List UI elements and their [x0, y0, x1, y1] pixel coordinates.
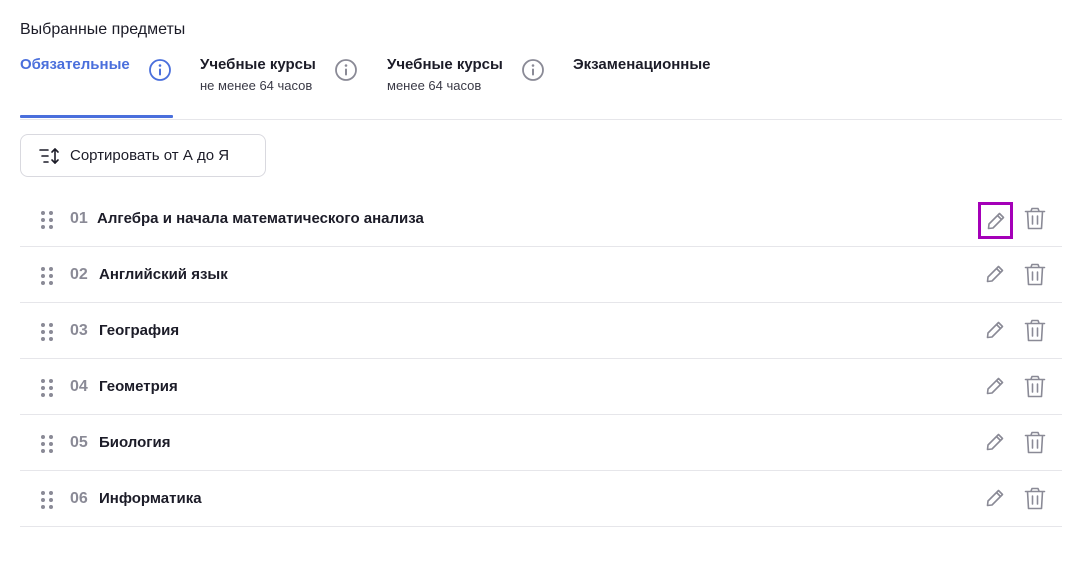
trash-icon — [1024, 431, 1046, 454]
item-name: Биология — [99, 434, 171, 451]
item-number: 01 — [70, 210, 88, 227]
delete-button[interactable] — [1022, 205, 1048, 233]
tab-sublabel: менее 64 часов — [387, 78, 482, 93]
item-number: 05 — [70, 434, 88, 451]
list-item: 05 Биология — [20, 415, 1062, 471]
item-name: Информатика — [99, 490, 202, 507]
pencil-icon — [986, 321, 1004, 339]
info-icon[interactable] — [148, 58, 172, 82]
drag-handle-icon[interactable] — [40, 266, 54, 286]
pencil-icon — [987, 212, 1004, 229]
sort-button[interactable]: Сортировать от А до Я — [20, 134, 266, 177]
trash-icon — [1024, 207, 1046, 230]
drag-handle-icon[interactable] — [40, 434, 54, 454]
edit-button[interactable] — [978, 202, 1013, 239]
pencil-icon — [986, 433, 1004, 451]
drag-handle-icon[interactable] — [40, 490, 54, 510]
edit-button[interactable] — [982, 317, 1008, 343]
pencil-icon — [986, 489, 1004, 507]
tab-exams[interactable]: Экзаменационные — [573, 56, 711, 73]
page-title: Выбранные предметы — [20, 21, 186, 38]
tab-courses-64-plus[interactable]: Учебные курсы не менее 64 часов — [200, 56, 357, 93]
list-item: 04 Геометрия — [20, 359, 1062, 415]
item-number: 02 — [70, 266, 88, 283]
tab-label: Экзаменационные — [573, 56, 711, 73]
active-tab-indicator — [20, 115, 173, 118]
tabs: Обязательные Учебные курсы не менее 64 ч… — [20, 56, 1062, 120]
trash-icon — [1024, 487, 1046, 510]
tab-label: Обязательные — [20, 56, 130, 73]
item-name: Алгебра и начала математического анализа — [97, 210, 424, 227]
trash-icon — [1024, 319, 1046, 342]
item-name: Английский язык — [99, 266, 228, 283]
tab-label: Учебные курсы — [200, 56, 316, 73]
list-item: 01 Алгебра и начала математического анал… — [20, 191, 1062, 247]
item-number: 06 — [70, 490, 88, 507]
delete-button[interactable] — [1022, 317, 1048, 345]
delete-button[interactable] — [1022, 261, 1048, 289]
item-name: Геометрия — [99, 378, 178, 395]
edit-button[interactable] — [982, 485, 1008, 511]
pencil-icon — [986, 377, 1004, 395]
list-item: 03 География — [20, 303, 1062, 359]
drag-handle-icon[interactable] — [40, 378, 54, 398]
sort-icon — [39, 147, 59, 164]
info-icon[interactable] — [521, 58, 545, 82]
list-item: 06 Информатика — [20, 471, 1062, 527]
item-number: 04 — [70, 378, 88, 395]
edit-button[interactable] — [982, 261, 1008, 287]
pencil-icon — [986, 265, 1004, 283]
delete-button[interactable] — [1022, 429, 1048, 457]
delete-button[interactable] — [1022, 373, 1048, 401]
trash-icon — [1024, 375, 1046, 398]
page: Выбранные предметы Обязательные Учебные … — [0, 0, 1086, 567]
edit-button[interactable] — [982, 373, 1008, 399]
tab-mandatory[interactable]: Обязательные — [20, 56, 171, 81]
list-item: 02 Английский язык — [20, 247, 1062, 303]
drag-handle-icon[interactable] — [40, 322, 54, 342]
subject-list: 01 Алгебра и начала математического анал… — [20, 191, 1062, 527]
tab-label: Учебные курсы — [387, 56, 503, 73]
item-name: География — [99, 322, 180, 339]
edit-button[interactable] — [982, 429, 1008, 455]
delete-button[interactable] — [1022, 485, 1048, 513]
trash-icon — [1024, 263, 1046, 286]
info-icon[interactable] — [334, 58, 358, 82]
drag-handle-icon[interactable] — [40, 210, 54, 230]
tab-courses-under-64[interactable]: Учебные курсы менее 64 часов — [387, 56, 544, 93]
item-number: 03 — [70, 322, 88, 339]
sort-button-label: Сортировать от А до Я — [70, 147, 230, 164]
tab-sublabel: не менее 64 часов — [200, 78, 313, 93]
